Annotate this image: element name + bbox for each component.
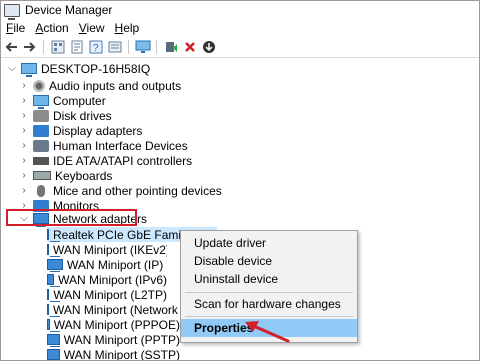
computer-icon	[33, 95, 49, 109]
window-title: Device Manager	[25, 3, 113, 17]
device-wan-pptp[interactable]: WAN Miniport (PPTP)	[47, 332, 180, 347]
device-wan-network-monitor[interactable]: WAN Miniport (Network Monitor)	[47, 302, 180, 317]
network-adapters-highlight-box	[6, 209, 137, 226]
computer-icon	[21, 63, 37, 77]
device-label: WAN Miniport (IKEv2)	[53, 242, 167, 257]
category-ide[interactable]: › IDE ATA/ATAPI controllers	[19, 153, 192, 168]
device-wan-ip[interactable]: WAN Miniport (IP)	[47, 257, 167, 272]
chevron-right-icon[interactable]: ›	[19, 170, 29, 181]
category-mice[interactable]: › Mice and other pointing devices	[19, 183, 222, 198]
device-wan-pppoe[interactable]: WAN Miniport (PPPOE)	[47, 317, 180, 332]
device-manager-app-icon	[4, 3, 20, 20]
device-label: WAN Miniport (IPv6)	[58, 272, 167, 287]
back-arrow-icon[interactable]	[2, 39, 20, 55]
device-label: WAN Miniport (Network Monitor)	[53, 302, 180, 317]
device-wan-ipv6[interactable]: WAN Miniport (IPv6)	[47, 272, 167, 287]
menu-properties[interactable]: Properties	[181, 319, 357, 337]
device-wan-ikev2[interactable]: WAN Miniport (IKEv2)	[47, 242, 167, 257]
mouse-icon	[37, 184, 45, 197]
chevron-right-icon[interactable]: ›	[19, 95, 29, 106]
network-adapter-icon	[47, 319, 59, 332]
device-list-icon[interactable]	[106, 39, 124, 55]
category-label: Audio inputs and outputs	[49, 78, 182, 93]
menu-view[interactable]: View	[74, 21, 110, 35]
tree-root-label: DESKTOP-16H58IQ	[41, 61, 151, 76]
chevron-down-icon[interactable]: ⌵	[7, 63, 17, 74]
chevron-right-icon[interactable]: ›	[19, 110, 29, 121]
network-adapter-icon	[47, 274, 61, 287]
forward-arrow-icon[interactable]	[21, 39, 39, 55]
toolbar-separator	[43, 40, 44, 54]
device-manager-window: Device Manager File Action View Help ? ⌵…	[0, 0, 480, 361]
chevron-right-icon[interactable]: ›	[19, 185, 29, 196]
speaker-icon	[33, 79, 45, 92]
category-display-adapters[interactable]: › Display adapters	[19, 123, 142, 138]
menu-scan-hardware[interactable]: Scan for hardware changes	[181, 295, 357, 313]
device-label: WAN Miniport (IP)	[67, 257, 164, 272]
network-adapter-icon	[47, 244, 60, 257]
device-label: WAN Miniport (PPTP)	[63, 332, 180, 347]
chevron-right-icon[interactable]: ›	[19, 140, 29, 151]
category-label: Disk drives	[53, 108, 112, 123]
network-adapter-icon	[47, 304, 60, 317]
category-label: Keyboards	[55, 168, 113, 183]
chevron-right-icon[interactable]: ›	[19, 80, 29, 91]
menu-action[interactable]: Action	[30, 21, 73, 35]
category-label: Mice and other pointing devices	[53, 183, 222, 198]
device-label: WAN Miniport (SSTP)	[63, 347, 180, 361]
download-icon[interactable]	[200, 39, 218, 55]
keyboard-icon	[33, 171, 51, 180]
toolbar-separator	[128, 40, 129, 54]
update-driver-icon[interactable]	[162, 39, 180, 55]
uninstall-icon[interactable]	[181, 39, 199, 55]
category-keyboards[interactable]: › Keyboards	[19, 168, 112, 183]
toolbar: ?	[1, 37, 479, 58]
menu-file[interactable]: File	[1, 21, 30, 35]
disk-drive-icon	[33, 109, 49, 122]
network-adapter-icon	[47, 349, 60, 360]
ide-controller-icon	[33, 156, 49, 165]
device-grid-icon[interactable]	[49, 39, 67, 55]
category-disk-drives[interactable]: › Disk drives	[19, 108, 112, 123]
display-adapter-icon	[33, 124, 49, 137]
category-hid[interactable]: › Human Interface Devices	[19, 138, 188, 153]
network-adapter-icon	[47, 259, 63, 272]
menu-help[interactable]: Help	[110, 21, 145, 35]
properties-icon[interactable]	[68, 39, 86, 55]
title-bar: Device Manager	[1, 1, 479, 20]
menu-uninstall-device[interactable]: Uninstall device	[181, 270, 357, 288]
help-icon[interactable]: ?	[87, 39, 105, 55]
menu-disable-device[interactable]: Disable device	[181, 252, 357, 270]
context-menu: Update driver Disable device Uninstall d…	[180, 230, 358, 343]
device-wan-l2tp[interactable]: WAN Miniport (L2TP)	[47, 287, 167, 302]
category-audio[interactable]: › Audio inputs and outputs	[19, 78, 181, 93]
network-adapter-icon	[47, 229, 60, 242]
svg-text:?: ?	[93, 43, 99, 54]
device-label: WAN Miniport (L2TP)	[53, 287, 167, 302]
hid-icon	[33, 139, 49, 152]
monitor-icon[interactable]	[134, 39, 152, 55]
category-label: IDE ATA/ATAPI controllers	[53, 153, 193, 168]
device-label: WAN Miniport (PPPOE)	[53, 317, 180, 332]
menu-bar: File Action View Help	[1, 19, 479, 37]
chevron-right-icon[interactable]: ›	[19, 155, 29, 166]
toolbar-separator	[156, 40, 157, 54]
category-label: Display adapters	[53, 123, 143, 138]
context-menu-separator	[185, 316, 353, 317]
chevron-right-icon[interactable]: ›	[19, 125, 29, 136]
context-menu-separator	[185, 292, 353, 293]
category-label: Computer	[53, 93, 106, 108]
category-computer[interactable]: › Computer	[19, 93, 106, 109]
device-wan-sstp[interactable]: WAN Miniport (SSTP)	[47, 347, 180, 361]
network-adapter-icon	[47, 334, 60, 347]
network-adapter-icon	[47, 289, 63, 302]
menu-update-driver[interactable]: Update driver	[181, 234, 357, 252]
category-label: Human Interface Devices	[53, 138, 188, 153]
tree-root[interactable]: ⌵ DESKTOP-16H58IQ	[7, 61, 151, 77]
